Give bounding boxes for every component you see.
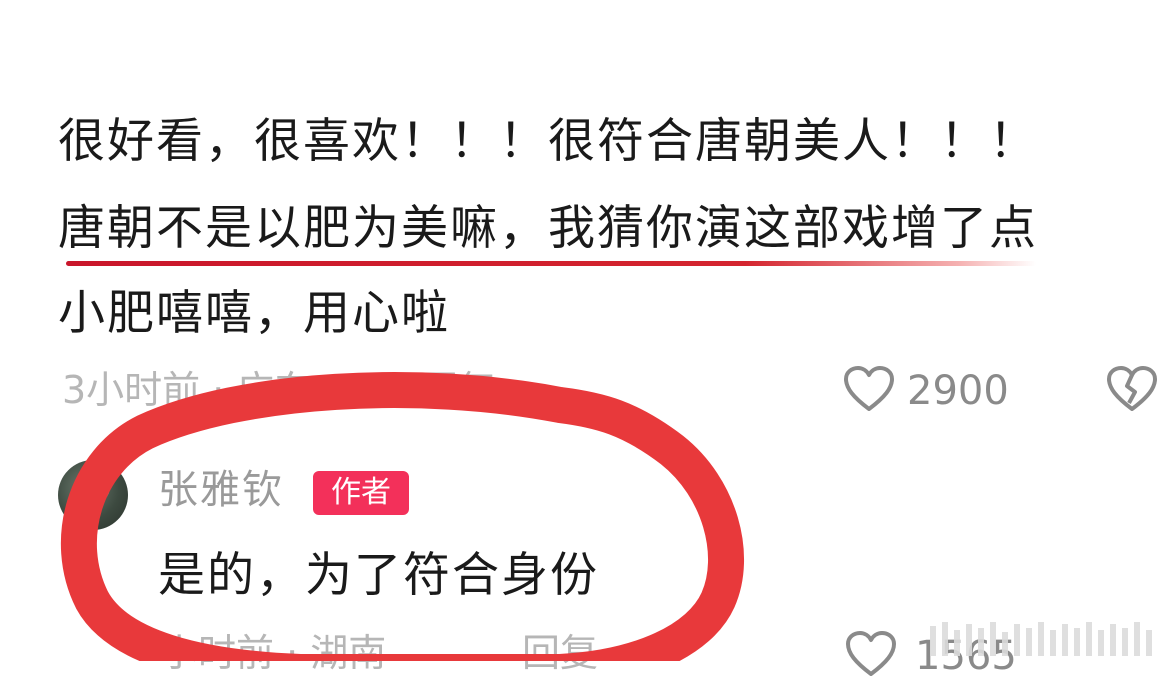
broken-heart-icon[interactable] bbox=[1106, 365, 1158, 413]
heart-outline-icon[interactable] bbox=[843, 365, 895, 413]
reply-author-name[interactable]: 张雅钦 bbox=[158, 470, 284, 510]
reply-heart-outline-icon[interactable] bbox=[845, 630, 897, 678]
reply-meta: 小时前 · 湖南 bbox=[160, 631, 387, 675]
reply-text: 是的，为了符合身份 bbox=[158, 548, 599, 603]
author-badge: 作者 bbox=[313, 471, 409, 515]
watermark-logo bbox=[930, 622, 1152, 656]
reply-reply-button[interactable]: 回复 bbox=[522, 634, 598, 672]
comment-line-2: 唐朝不是以肥为美嘛，我猜你演这部戏增了点 bbox=[58, 201, 1038, 256]
reply-button[interactable]: 回复 bbox=[420, 371, 496, 409]
like-count: 2900 bbox=[907, 368, 1009, 414]
comment-line-3: 小肥嘻嘻，用心啦 bbox=[58, 286, 450, 341]
comment-meta: 3小时前 · 广东 bbox=[62, 368, 313, 412]
avatar[interactable] bbox=[58, 460, 128, 530]
comment-line-1: 很好看，很喜欢！！！很符合唐朝美人！！！ bbox=[58, 114, 1038, 169]
highlight-underline bbox=[66, 261, 1036, 266]
